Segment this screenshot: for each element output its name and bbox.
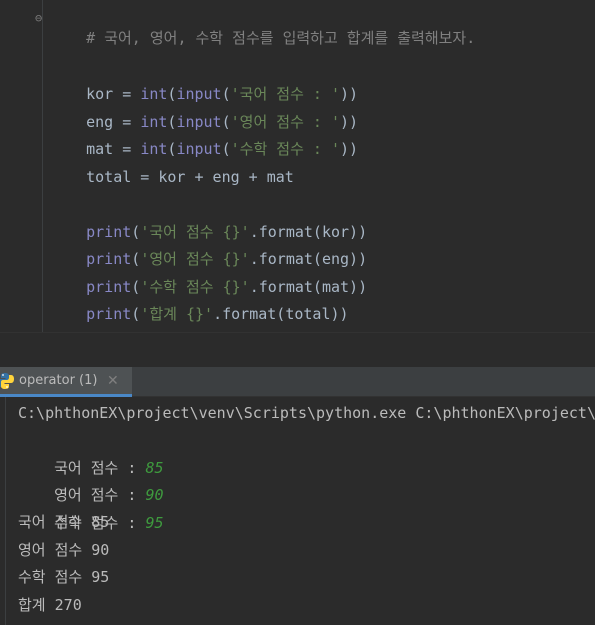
console-prompt-line: 영어 점수 : 90 <box>18 453 163 504</box>
builtin-print: print <box>86 305 132 323</box>
code-line-print-mat[interactable]: print('수학 점수 {}'.format(mat)) <box>50 257 367 296</box>
console-output-line: 수학 점수 95 <box>18 568 110 586</box>
code-line-print-eng[interactable]: print('영어 점수 {}'.format(eng)) <box>50 229 367 268</box>
format-call: .format(total)) <box>213 305 349 323</box>
console-prompt-line: 국어 점수 : 85 <box>18 426 163 477</box>
console-output-line: 합계 270 <box>18 596 82 614</box>
run-tab-operator[interactable]: operator (1) ✕ <box>0 367 132 397</box>
console-command-line: C:\phthonEX\project\venv\Scripts\python.… <box>18 404 595 422</box>
code-line-print-total[interactable]: print('합계 {}'.format(total)) <box>50 284 348 323</box>
run-console[interactable]: C:\phthonEX\project\venv\Scripts\python.… <box>0 397 595 625</box>
console-output-line: 국어 점수 85 <box>18 513 110 531</box>
console-gutter <box>5 397 6 625</box>
paren: )) <box>340 140 359 158</box>
code-line-print-kor[interactable]: print('국어 점수 {}'.format(kor)) <box>50 202 367 241</box>
python-icon <box>0 373 14 389</box>
close-icon[interactable]: ✕ <box>107 367 119 395</box>
gutter-divider <box>42 0 43 333</box>
console-output-line: 영어 점수 90 <box>18 541 110 559</box>
run-tool-tabbar: operator (1) ✕ <box>0 367 595 397</box>
paren: ( <box>131 305 141 323</box>
code-line-eng[interactable]: eng = int(input('영어 점수 : ')) <box>50 92 358 131</box>
total-expression: total = kor + eng + mat <box>86 168 294 186</box>
code-line-mat[interactable]: mat = int(input('수학 점수 : ')) <box>50 119 358 158</box>
panel-gap <box>0 333 595 367</box>
user-input-value: 95 <box>145 514 164 532</box>
console-prompt-line: 수학 점수 : 95 <box>18 481 163 532</box>
code-line-comment[interactable]: # 국어, 영어, 수학 점수를 입력하고 합계를 출력해보자. <box>50 8 475 47</box>
comment-text: # 국어, 영어, 수학 점수를 입력하고 합계를 출력해보자. <box>86 29 476 47</box>
code-editor[interactable]: ⊖ # 국어, 영어, 수학 점수를 입력하고 합계를 출력해보자. kor =… <box>0 0 595 333</box>
code-line-kor[interactable]: kor = int(input('국어 점수 : ')) <box>50 64 358 103</box>
fold-marker-icon[interactable]: ⊖ <box>35 12 45 24</box>
run-tab-label: operator (1) <box>19 373 98 388</box>
string-literal: '합계 {}' <box>140 305 214 323</box>
code-line-total[interactable]: total = kor + eng + mat <box>50 147 294 186</box>
